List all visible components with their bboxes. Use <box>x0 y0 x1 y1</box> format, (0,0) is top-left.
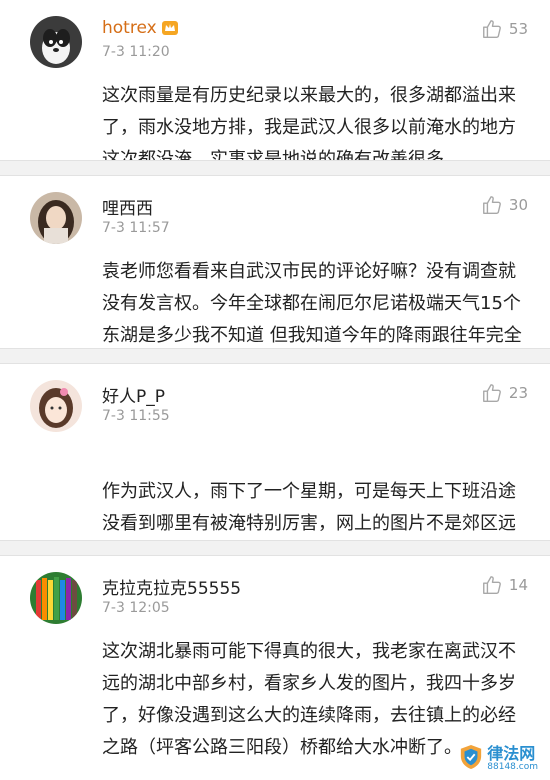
like-count: 14 <box>508 576 528 594</box>
like-button[interactable]: 14 <box>481 574 528 596</box>
comment-divider <box>0 540 550 556</box>
like-count: 53 <box>508 20 528 38</box>
watermark-url: 88148.com <box>487 762 538 772</box>
watermark-text: 律法网 88148.com <box>487 744 538 773</box>
site-watermark: 律法网 88148.com <box>459 744 538 774</box>
comment-time: 7-3 11:55 <box>102 408 170 424</box>
comment-item: hotrex 7-3 11:20 53 这次雨量是有历史纪录以来最大的，很多湖都… <box>0 0 550 170</box>
username[interactable]: 哩西西 <box>102 194 153 219</box>
user-avatar[interactable] <box>30 192 82 244</box>
comment-time: 7-3 11:57 <box>102 220 170 236</box>
like-button[interactable]: 23 <box>481 382 528 404</box>
comment-divider <box>0 160 550 176</box>
username[interactable]: 克拉克拉克55555 <box>102 574 241 599</box>
user-avatar[interactable] <box>30 380 82 432</box>
thumbs-up-icon <box>482 20 501 38</box>
comment-time: 7-3 12:05 <box>102 600 170 616</box>
like-count: 23 <box>508 384 528 402</box>
comment-item: 哩西西 7-3 11:57 30 袁老师您看看来自武汉市民的评论好嘛？没有调查就… <box>0 176 550 378</box>
username[interactable]: hotrex <box>102 18 179 38</box>
watermark-title: 律法网 <box>487 744 536 763</box>
comment-time: 7-3 11:20 <box>102 44 170 60</box>
like-count: 30 <box>508 196 528 214</box>
like-button[interactable]: 53 <box>481 18 528 40</box>
user-avatar[interactable] <box>30 16 82 68</box>
like-button[interactable]: 30 <box>481 194 528 216</box>
username[interactable]: 好人P_P <box>102 382 165 407</box>
comment-divider <box>0 348 550 364</box>
thumbs-up-icon <box>482 196 501 214</box>
user-avatar[interactable] <box>30 572 82 624</box>
thumbs-up-icon <box>482 384 501 402</box>
thumbs-up-icon <box>482 576 501 594</box>
vip-crown-icon <box>161 20 179 36</box>
shield-logo-icon <box>459 744 483 774</box>
comment-item: 好人P_P 7-3 11:55 23 作为武汉人，雨下了一个星期，可是每天上下班… <box>0 364 550 598</box>
